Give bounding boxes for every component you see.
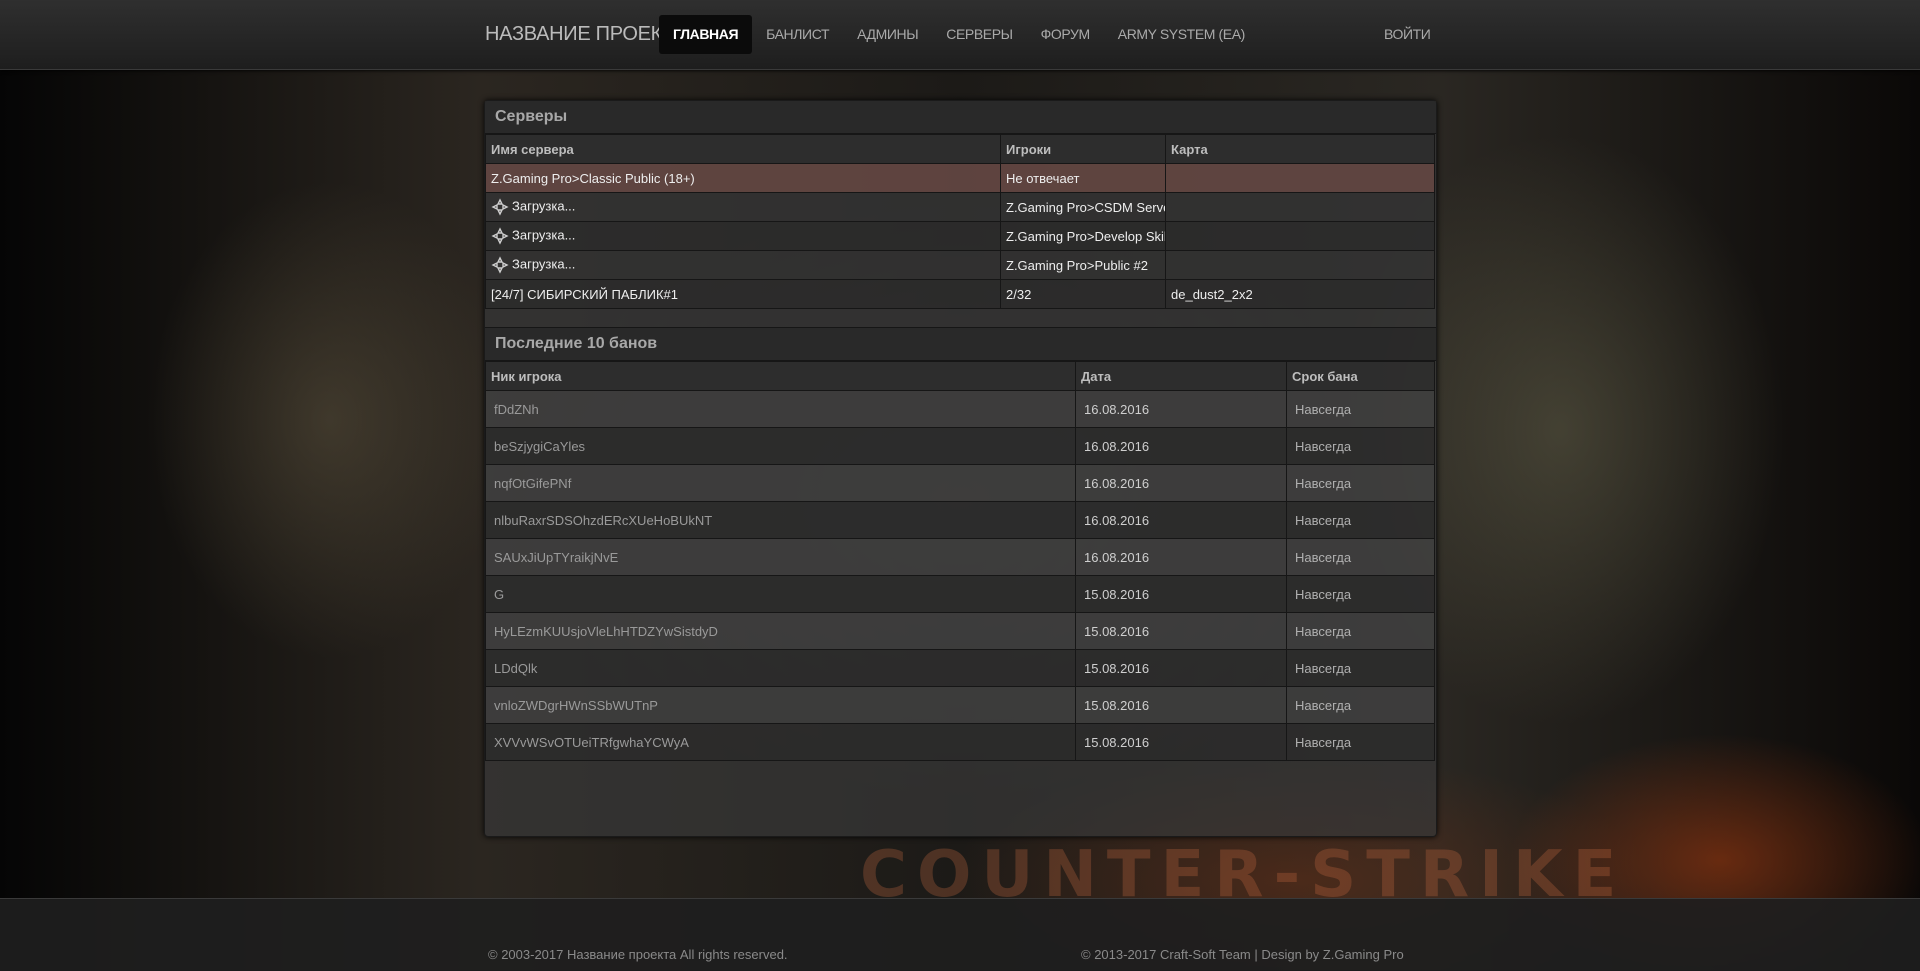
- nav-item-forum[interactable]: ФОРУМ: [1027, 15, 1104, 54]
- server-row[interactable]: [24/7] СИБИРСКИЙ ПАБЛИК#1 2/32 de_dust2_2x…: [485, 279, 1435, 309]
- footer-credits: © 2013-2017 Craft-Soft Team | Design by …: [1081, 947, 1404, 962]
- ban-term: Навсегда: [1286, 464, 1435, 502]
- servers-col-players: Игроки: [1000, 134, 1166, 164]
- brand-title[interactable]: НАЗВАНИЕ ПРОЕКТА: [485, 0, 687, 69]
- ban-row[interactable]: HyLEzmKUUsjoVleLhHTDZYwSistdyD 15.08.2016…: [485, 612, 1435, 650]
- server-name-cell[interactable]: Z.Gaming Pro>Classic Public (18+): [485, 163, 1001, 193]
- ban-date: 16.08.2016: [1075, 464, 1287, 502]
- bans-col-term: Срок бана: [1286, 361, 1435, 391]
- ban-nick[interactable]: nlbuRaxrSDSOhzdERcXUeHoBUkNT: [485, 501, 1076, 539]
- server-row[interactable]: Загрузка... Z.Gaming Pro>Develop Skills: [485, 221, 1435, 251]
- background-watermark: COUNTER-STRIKE: [860, 848, 1627, 902]
- ban-date: 15.08.2016: [1075, 612, 1287, 650]
- servers-rows: Z.Gaming Pro>Classic Public (18+) Не отве…: [485, 163, 1435, 309]
- server-row[interactable]: Загрузка... Z.Gaming Pro>CSDM Server: [485, 192, 1435, 222]
- ban-date: 16.08.2016: [1075, 501, 1287, 539]
- main-nav: ГЛАВНАЯ БАНЛИСТ АДМИНЫ СЕРВЕРЫ ФОРУМ ARM…: [659, 15, 1259, 54]
- server-name[interactable]: Загрузка...: [512, 198, 575, 213]
- ban-nick[interactable]: beSzjygiCaYles: [485, 427, 1076, 465]
- ban-row[interactable]: nlbuRaxrSDSOhzdERcXUeHoBUkNT 16.08.2016 На…: [485, 501, 1435, 539]
- ban-term: Навсегда: [1286, 723, 1435, 761]
- bans-table: Ник игрока Дата Срок бана fDdZNh 16.08.20…: [485, 361, 1435, 761]
- ban-date: 15.08.2016: [1075, 575, 1287, 613]
- ban-term: Навсегда: [1286, 686, 1435, 724]
- server-players: Z.Gaming Pro>CSDM Server: [1000, 192, 1166, 222]
- server-players: 2/32: [1000, 279, 1166, 309]
- ban-nick[interactable]: fDdZNh: [485, 390, 1076, 428]
- ban-nick[interactable]: XVVvWSvOTUeiTRfgwhaYCWyA: [485, 723, 1076, 761]
- server-players: Z.Gaming Pro>Develop Skills: [1000, 221, 1166, 251]
- ban-term: Навсегда: [1286, 427, 1435, 465]
- ban-nick[interactable]: LDdQlk: [485, 649, 1076, 687]
- server-row[interactable]: Z.Gaming Pro>Classic Public (18+) Не отве…: [485, 163, 1435, 193]
- bans-rows: fDdZNh 16.08.2016 Навсегда beSzjygiCaYles 16…: [485, 390, 1435, 761]
- main-panel: Серверы Имя сервера Игроки Карта Z.Gamin…: [484, 100, 1437, 837]
- ban-nick[interactable]: SAUxJiUpTYraikjNvE: [485, 538, 1076, 576]
- ban-term: Навсегда: [1286, 649, 1435, 687]
- ban-row[interactable]: LDdQlk 15.08.2016 Навсегда: [485, 649, 1435, 687]
- server-players: Не отвечает: [1000, 163, 1166, 193]
- ban-date: 16.08.2016: [1075, 427, 1287, 465]
- ban-nick[interactable]: vnloZWDgrHWnSSbWUTnP: [485, 686, 1076, 724]
- ban-term: Навсегда: [1286, 501, 1435, 539]
- server-map: [1165, 192, 1435, 222]
- server-map: de_dust2_2x2: [1165, 279, 1435, 309]
- ban-row[interactable]: fDdZNh 16.08.2016 Навсегда: [485, 390, 1435, 428]
- server-map: [1165, 221, 1435, 251]
- server-name-cell[interactable]: Загрузка...: [485, 221, 1001, 251]
- ban-row[interactable]: XVVvWSvOTUeiTRfgwhaYCWyA 15.08.2016 Навсег…: [485, 723, 1435, 761]
- bans-col-date: Дата: [1075, 361, 1287, 391]
- loading-arrows-icon: [491, 198, 509, 216]
- server-name-cell[interactable]: Загрузка...: [485, 250, 1001, 280]
- ban-row[interactable]: beSzjygiCaYles 16.08.2016 Навсегда: [485, 427, 1435, 465]
- server-name[interactable]: Z.Gaming Pro>Classic Public (18+): [491, 171, 695, 186]
- server-map: [1165, 250, 1435, 280]
- footer-copyright: © 2003-2017 Название проекта All rights …: [488, 947, 788, 962]
- loading-arrows-icon: [491, 256, 509, 274]
- section-divider: [485, 309, 1436, 328]
- bans-col-nick: Ник игрока: [485, 361, 1076, 391]
- ban-date: 15.08.2016: [1075, 649, 1287, 687]
- ban-date: 16.08.2016: [1075, 538, 1287, 576]
- top-navbar: НАЗВАНИЕ ПРОЕКТА ГЛАВНАЯ БАНЛИСТ АДМИНЫ …: [0, 0, 1920, 70]
- ban-row[interactable]: vnloZWDgrHWnSSbWUTnP 15.08.2016 Навсегда: [485, 686, 1435, 724]
- ban-term: Навсегда: [1286, 575, 1435, 613]
- servers-title: Серверы: [485, 101, 1436, 134]
- ban-row[interactable]: nqfOtGifePNf 16.08.2016 Навсегда: [485, 464, 1435, 502]
- bans-title: Последние 10 банов: [485, 328, 1436, 361]
- servers-col-map: Карта: [1165, 134, 1435, 164]
- nav-item-banlist[interactable]: БАНЛИСТ: [752, 15, 843, 54]
- ban-date: 16.08.2016: [1075, 390, 1287, 428]
- nav-item-servers[interactable]: СЕРВЕРЫ: [932, 15, 1026, 54]
- server-name[interactable]: [24/7] СИБИРСКИЙ ПАБЛИК#1: [491, 287, 678, 302]
- nav-item-admins[interactable]: АДМИНЫ: [843, 15, 932, 54]
- nav-item-army-system[interactable]: ARMY SYSTEM (EA): [1104, 15, 1259, 54]
- server-row[interactable]: Загрузка... Z.Gaming Pro>Public #2: [485, 250, 1435, 280]
- footer: © 2003-2017 Название проекта All rights …: [0, 898, 1920, 971]
- ban-term: Навсегда: [1286, 612, 1435, 650]
- server-name[interactable]: Загрузка...: [512, 256, 575, 271]
- servers-table: Имя сервера Игроки Карта Z.Gaming Pro>Cl…: [485, 134, 1435, 309]
- ban-date: 15.08.2016: [1075, 723, 1287, 761]
- ban-row[interactable]: SAUxJiUpTYraikjNvE 16.08.2016 Навсегда: [485, 538, 1435, 576]
- login-link[interactable]: ВОЙТИ: [1370, 15, 1444, 54]
- ban-term: Навсегда: [1286, 390, 1435, 428]
- loading-arrows-icon: [491, 227, 509, 245]
- ban-nick[interactable]: HyLEzmKUUsjoVleLhHTDZYwSistdyD: [485, 612, 1076, 650]
- server-map: [1165, 163, 1435, 193]
- server-name-cell[interactable]: Загрузка...: [485, 192, 1001, 222]
- ban-nick[interactable]: G: [485, 575, 1076, 613]
- ban-term: Навсегда: [1286, 538, 1435, 576]
- ban-nick[interactable]: nqfOtGifePNf: [485, 464, 1076, 502]
- server-name[interactable]: Загрузка...: [512, 227, 575, 242]
- server-name-cell[interactable]: [24/7] СИБИРСКИЙ ПАБЛИК#1: [485, 279, 1001, 309]
- ban-date: 15.08.2016: [1075, 686, 1287, 724]
- server-players: Z.Gaming Pro>Public #2: [1000, 250, 1166, 280]
- ban-row[interactable]: G 15.08.2016 Навсегда: [485, 575, 1435, 613]
- nav-item-home[interactable]: ГЛАВНАЯ: [659, 15, 753, 54]
- servers-col-name: Имя сервера: [485, 134, 1001, 164]
